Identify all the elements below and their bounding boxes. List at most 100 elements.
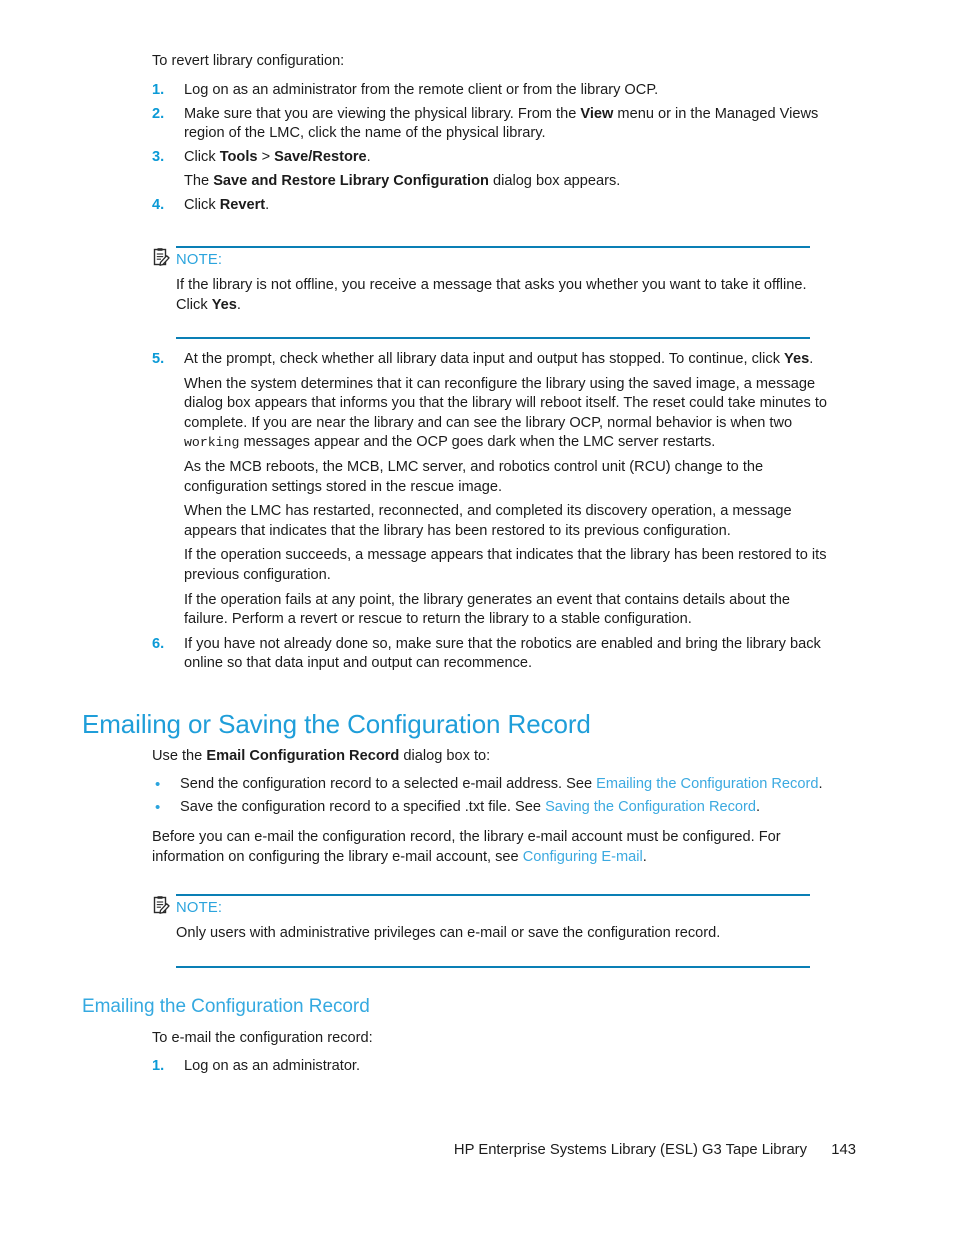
- paragraph: Click Revert.: [184, 196, 832, 216]
- text-run-bold: Revert: [219, 196, 266, 213]
- page-title: Emailing or Saving the Configuration Rec…: [82, 709, 591, 739]
- list-item: 6. If you have not already done so, make…: [152, 635, 832, 674]
- text-run: dialog box to:: [399, 748, 491, 764]
- list-number: 3.: [152, 148, 165, 165]
- note-text: Only users with administrative privilege…: [176, 925, 721, 941]
- list-item: 4. Click Revert.: [152, 196, 832, 216]
- note-label: NOTE:: [176, 252, 223, 268]
- text-run-bold: Email Configuration Record: [206, 748, 400, 764]
- list-item: 5. At the prompt, check whether all libr…: [152, 350, 832, 630]
- text-run: .: [818, 776, 823, 792]
- subsection-lead-in: To e-mail the configuration record:: [152, 1030, 373, 1046]
- text-run-bold: Save and Restore Library Configuration: [213, 173, 489, 190]
- note-header: NOTE:: [152, 245, 810, 269]
- list-number: 2.: [152, 105, 165, 122]
- list-content: Click Tools > Save/Restore. The Save and…: [184, 148, 832, 192]
- list-item: • Send the configuration record to a sel…: [152, 775, 832, 795]
- note-header-right: NOTE:: [176, 893, 810, 917]
- paragraph: Log on as an administrator.: [184, 1058, 361, 1074]
- revert-steps-continued-list: 5. At the prompt, check whether all libr…: [152, 350, 832, 678]
- note-header-right: NOTE:: [176, 245, 810, 269]
- list-number: 5.: [152, 351, 165, 367]
- note-label: NOTE:: [176, 900, 223, 916]
- list-item: 3. Click Tools > Save/Restore. The Save …: [152, 148, 832, 192]
- list-item: 1. Log on as an administrator from the r…: [152, 81, 832, 101]
- list-content: Log on as an administrator from the remo…: [184, 81, 832, 101]
- list-content: Log on as an administrator.: [184, 1057, 832, 1077]
- text-run: >: [257, 148, 275, 165]
- page-footer: HP Enterprise Systems Library (ESL) G3 T…: [0, 1140, 954, 1162]
- text-run: Send the configuration record to a selec…: [180, 776, 597, 792]
- footer-document-title: HP Enterprise Systems Library (ESL) G3 T…: [453, 1142, 807, 1158]
- bullet-marker: •: [155, 798, 161, 816]
- list-content: Make sure that you are viewing the physi…: [184, 105, 832, 144]
- cross-reference-link[interactable]: Emailing the Configuration Record: [596, 776, 818, 792]
- note-header: NOTE:: [152, 893, 810, 917]
- note-rule-bottom: [176, 965, 810, 968]
- list-number: 1.: [152, 82, 165, 98]
- paragraph: Make sure that you are viewing the physi…: [184, 105, 832, 144]
- text-run-bold: Save/Restore: [274, 148, 367, 165]
- paragraph: At the prompt, check whether all library…: [184, 350, 832, 370]
- paragraph: Click Tools > Save/Restore.: [184, 148, 832, 168]
- list-content: Save the configuration record to a speci…: [180, 798, 832, 818]
- cross-reference-link[interactable]: Configuring E-mail: [523, 849, 643, 865]
- text-run-bold: Tools: [219, 148, 258, 165]
- note-box-privileges: NOTE: Only users with administrative pri…: [152, 893, 810, 968]
- note-box-offline: NOTE: If the library is not offline, you…: [152, 245, 810, 340]
- emailing-bullet-list: • Send the configuration record to a sel…: [152, 775, 832, 820]
- list-content: If you have not already done so, make su…: [184, 635, 832, 674]
- revert-steps-list: 1. Log on as an administrator from the r…: [152, 81, 832, 220]
- text-run: At the prompt, check whether all library…: [184, 351, 785, 367]
- text-run: dialog box appears.: [488, 173, 621, 190]
- list-content: Click Revert.: [184, 196, 832, 216]
- subsection-steps-list: 1. Log on as an administrator.: [152, 1057, 832, 1081]
- text-run: When the system determines that it can r…: [184, 375, 828, 431]
- revert-lead-in: To revert library configuration:: [152, 53, 345, 69]
- list-item: 1. Log on as an administrator.: [152, 1057, 832, 1077]
- paragraph: If you have not already done so, make su…: [184, 635, 821, 672]
- list-item: 2. Make sure that you are viewing the ph…: [152, 105, 832, 144]
- list-item: • Save the configuration record to a spe…: [152, 798, 832, 818]
- code-run: working: [184, 435, 240, 451]
- paragraph: The Save and Restore Library Configurati…: [184, 172, 832, 192]
- note-text: If the library is not offline, you recei…: [176, 269, 810, 315]
- text-run: Click: [184, 148, 220, 165]
- text-run: Make sure that you are viewing the physi…: [184, 105, 581, 122]
- text-run: .: [642, 848, 647, 865]
- text-run: .: [809, 351, 814, 367]
- paragraph: If the operation fails at any point, the…: [184, 591, 791, 628]
- paragraph: Log on as an administrator from the remo…: [184, 82, 659, 98]
- text-run: Save the configuration record to a speci…: [180, 798, 546, 815]
- text-run-bold: View: [580, 105, 614, 122]
- cross-reference-link[interactable]: Saving the Configuration Record: [545, 799, 756, 815]
- list-content: At the prompt, check whether all library…: [184, 350, 832, 630]
- bullet-marker: •: [155, 776, 161, 793]
- text-run: Click: [184, 196, 220, 213]
- paragraph: When the system determines that it can r…: [184, 375, 832, 453]
- note-clipboard-icon: [152, 248, 176, 268]
- text-run: The: [184, 173, 214, 190]
- text-run: Use the: [152, 748, 207, 764]
- text-run: Before you can e-mail the configuration …: [152, 829, 781, 865]
- text-run: .: [366, 148, 371, 165]
- text-run: If the library is not offline, you recei…: [176, 277, 807, 313]
- emailing-intro: Use the Email Configuration Record dialo…: [152, 747, 812, 767]
- text-run-bold: Yes: [211, 296, 237, 313]
- footer-page-number: 143: [831, 1142, 856, 1158]
- emailing-paragraph: Before you can e-mail the configuration …: [152, 828, 824, 867]
- text-run: .: [265, 196, 270, 213]
- section-heading-emailing-record: Emailing the Configuration Record: [82, 996, 370, 1017]
- paragraph: When the LMC has restarted, reconnected,…: [184, 503, 792, 539]
- list-content: Send the configuration record to a selec…: [180, 775, 832, 795]
- text-run: .: [756, 798, 761, 815]
- list-number: 6.: [152, 635, 165, 652]
- text-run: .: [236, 296, 241, 313]
- document-page: To revert library configuration: 1. Log …: [0, 0, 954, 1235]
- list-number: 4.: [152, 196, 165, 213]
- paragraph: As the MCB reboots, the MCB, LMC server,…: [184, 458, 764, 495]
- text-run-bold: Yes: [784, 351, 810, 367]
- note-clipboard-icon: [152, 896, 176, 916]
- note-rule-bottom: [176, 337, 810, 340]
- list-number: 1.: [152, 1058, 165, 1074]
